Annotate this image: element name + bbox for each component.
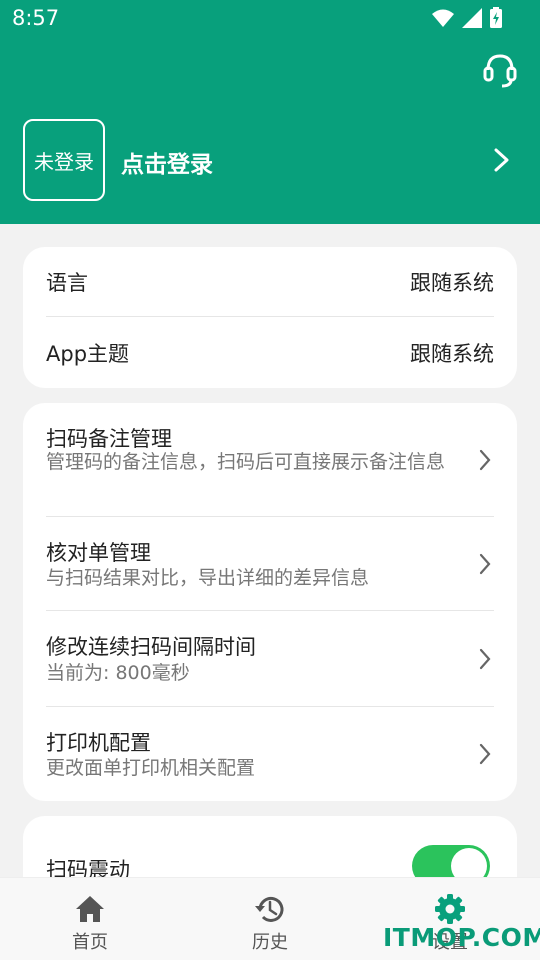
scan-interval-title: 修改连续扫码间隔时间 bbox=[46, 635, 256, 659]
language-row[interactable]: 语言 跟随系统 bbox=[46, 247, 494, 317]
watermark: ITMOP.COM bbox=[383, 923, 540, 952]
header: 8:57 未登录 点击登录 bbox=[0, 0, 540, 224]
printer-title: 打印机配置 bbox=[46, 731, 151, 755]
nav-home[interactable]: 首页 bbox=[40, 893, 140, 954]
status-icons bbox=[432, 7, 502, 28]
language-label: 语言 bbox=[46, 271, 88, 295]
battery-icon bbox=[490, 7, 502, 28]
scan-interval-subtitle: 当前为: 800毫秒 bbox=[46, 662, 190, 684]
scan-notes-title: 扫码备注管理 bbox=[46, 427, 172, 451]
language-value: 跟随系统 bbox=[410, 271, 494, 295]
avatar-text: 未登录 bbox=[34, 149, 94, 174]
home-icon bbox=[76, 896, 104, 922]
nav-home-label: 首页 bbox=[72, 932, 108, 953]
theme-row[interactable]: App主题 跟随系统 bbox=[46, 317, 494, 388]
nav-history-label: 历史 bbox=[252, 932, 288, 953]
wifi-icon bbox=[432, 9, 454, 27]
history-icon bbox=[255, 896, 284, 922]
gear-icon bbox=[435, 894, 465, 924]
status-bar: 8:57 bbox=[0, 0, 540, 38]
chevron-right-icon bbox=[479, 553, 491, 575]
theme-value: 跟随系统 bbox=[410, 342, 494, 366]
chevron-right-icon bbox=[479, 743, 491, 765]
signal-icon bbox=[462, 7, 482, 28]
chevron-right-icon bbox=[479, 648, 491, 670]
settings-screen: 8:57 未登录 点击登录 语言 跟随系统 App主题 跟随系统 扫码备注管理 … bbox=[0, 0, 540, 960]
nav-history[interactable]: 历史 bbox=[220, 893, 320, 954]
chevron-right-icon[interactable] bbox=[492, 148, 512, 172]
printer-subtitle: 更改面单打印机相关配置 bbox=[46, 757, 256, 779]
checklist-title: 核对单管理 bbox=[46, 541, 151, 565]
chevron-right-icon bbox=[479, 449, 491, 471]
login-link[interactable]: 点击登录 bbox=[121, 145, 213, 179]
avatar[interactable]: 未登录 bbox=[23, 119, 105, 201]
scan-interval-row[interactable]: 修改连续扫码间隔时间 当前为: 800毫秒 bbox=[46, 611, 494, 707]
general-settings-card: 语言 跟随系统 App主题 跟随系统 bbox=[23, 247, 517, 388]
checklist-subtitle: 与扫码结果对比，导出详细的差异信息 bbox=[46, 567, 370, 589]
theme-label: App主题 bbox=[46, 342, 130, 366]
scan-notes-row[interactable]: 扫码备注管理 管理码的备注信息，扫码后可直接展示备注信息 bbox=[46, 403, 494, 517]
customer-support-icon[interactable] bbox=[480, 50, 520, 90]
checklist-row[interactable]: 核对单管理 与扫码结果对比，导出详细的差异信息 bbox=[46, 517, 494, 611]
scan-settings-card: 扫码备注管理 管理码的备注信息，扫码后可直接展示备注信息 核对单管理 与扫码结果… bbox=[23, 403, 517, 801]
scan-notes-subtitle: 管理码的备注信息，扫码后可直接展示备注信息 bbox=[46, 451, 446, 473]
status-time: 8:57 bbox=[12, 6, 60, 30]
printer-row[interactable]: 打印机配置 更改面单打印机相关配置 bbox=[46, 707, 494, 801]
